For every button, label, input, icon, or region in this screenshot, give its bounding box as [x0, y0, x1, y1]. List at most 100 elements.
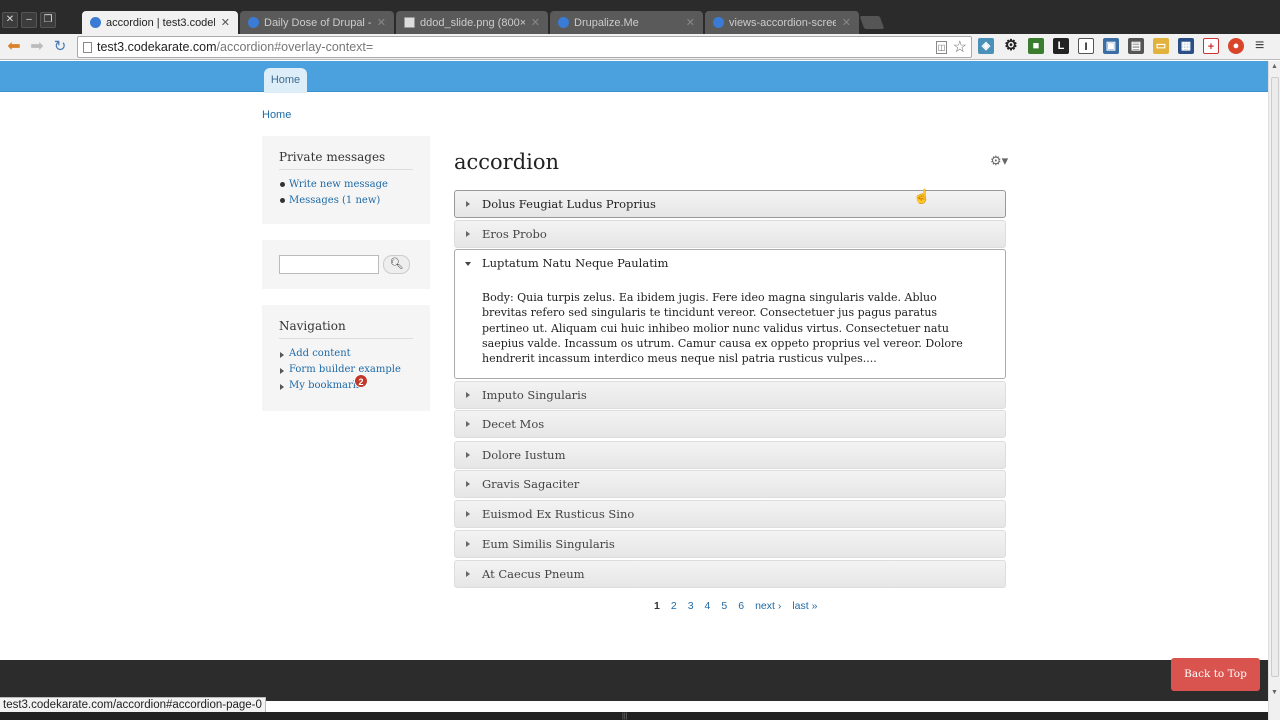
extension-circle-icon[interactable]: ● [1228, 38, 1244, 54]
pager-last-link[interactable]: last » [792, 600, 817, 612]
accordion-label: At Caecus Pneum [482, 567, 585, 581]
pager: 1 2 3 4 5 6 next › last » [654, 600, 828, 612]
extension-plus-icon[interactable]: + [1203, 38, 1219, 54]
messages-link[interactable]: Messages (1 new) [279, 195, 413, 211]
page-title: accordion [454, 150, 560, 174]
my-bookmarks-link[interactable]: My bookmarks [279, 380, 413, 396]
restore-window-icon[interactable]: ❐ [40, 12, 56, 28]
tab-title: ddod_slide.png (800×50 [420, 16, 525, 29]
accordion-label: Gravis Sagaciter [482, 477, 580, 491]
extension-folder-icon[interactable]: ▭ [1153, 38, 1169, 54]
accordion-label: Euismod Ex Rusticus Sino [482, 507, 635, 521]
browser-tab-accordion[interactable]: accordion | test3.codekarate ✕ [82, 11, 238, 34]
settings-gear-icon[interactable]: ⚙ [1003, 38, 1019, 54]
extension-l-icon[interactable]: L [1053, 38, 1069, 54]
address-bar[interactable]: test3.codekarate.com/accordion#overlay-c… [77, 36, 972, 58]
reload-icon[interactable]: ↻ [51, 38, 69, 56]
address-url: test3.codekarate.com/accordion#overlay-c… [97, 40, 373, 54]
page-icon [83, 42, 92, 53]
extension-grid-icon[interactable]: ▦ [1178, 38, 1194, 54]
tab-close-icon[interactable]: ✕ [531, 16, 540, 29]
tab-close-icon[interactable]: ✕ [686, 16, 695, 29]
site-header: Home [0, 61, 1268, 93]
tab-title: Drupalize.Me [574, 16, 639, 29]
scroll-down-arrow-icon[interactable]: ▼ [1271, 689, 1278, 696]
extension-i-icon[interactable]: I [1078, 38, 1094, 54]
contextual-gear-icon[interactable]: ⚙▾ [990, 153, 1008, 169]
accordion-header[interactable]: Dolore Iustum [454, 441, 1006, 469]
browser-tab-bar: ✕ – ❐ accordion | test3.codekarate ✕ Dai… [0, 0, 1280, 34]
add-content-link[interactable]: Add content [279, 348, 413, 364]
browser-toolbar: ⬅ ➡ ↻ test3.codekarate.com/accordion#ove… [0, 34, 1280, 60]
drupal-favicon-icon [90, 17, 101, 28]
extension-tag-icon[interactable]: ◈ [978, 38, 994, 54]
pager-page-link[interactable]: 5 [721, 600, 727, 612]
browser-tab-views-accordion[interactable]: views-accordion-screen ✕ [705, 11, 859, 34]
forward-arrow-icon[interactable]: ➡ [28, 38, 46, 56]
pager-page-link[interactable]: 6 [738, 600, 744, 612]
browser-tab-ddod-slide[interactable]: ddod_slide.png (800×50 ✕ [396, 11, 548, 34]
notification-badge[interactable]: 2 [354, 374, 368, 388]
pager-page-link[interactable]: 3 [688, 600, 694, 612]
expanded-arrow-icon [465, 262, 471, 266]
browser-tab-drupalize-me[interactable]: Drupalize.Me ✕ [550, 11, 703, 34]
accordion-header[interactable]: At Caecus Pneum [454, 560, 1006, 588]
tab-close-icon[interactable]: ✕ [221, 16, 230, 29]
extension-screenshot-icon[interactable]: ▣ [1103, 38, 1119, 54]
accordion-label: Luptatum Natu Neque Paulatim [482, 256, 669, 270]
page-action-icon[interactable]: ◫ [936, 41, 947, 54]
accordion-label: Imputo Singularis [482, 388, 587, 402]
minimize-window-icon[interactable]: – [21, 12, 37, 28]
drupal-favicon-icon [713, 17, 724, 28]
collapsed-arrow-icon [466, 481, 470, 487]
collapsed-arrow-icon [466, 421, 470, 427]
collapsed-arrow-icon [466, 392, 470, 398]
write-new-message-link[interactable]: Write new message [279, 179, 413, 195]
horizontal-scrollbar[interactable]: ||| [0, 712, 1268, 720]
navigation-block: Navigation Add content Form builder exam… [262, 305, 430, 411]
accordion-header[interactable]: Gravis Sagaciter [454, 470, 1006, 498]
nav-home-tab[interactable]: Home [264, 68, 307, 93]
new-tab-button[interactable] [859, 16, 885, 29]
extension-window-icon[interactable]: ▤ [1128, 38, 1144, 54]
search-input[interactable] [279, 255, 379, 274]
pager-page-link[interactable]: 2 [671, 600, 677, 612]
scrollbar-thumb[interactable] [1271, 77, 1279, 677]
private-messages-list: Write new message Messages (1 new) [279, 179, 413, 211]
accordion-label: Dolus Feugiat Ludus Proprius [482, 197, 656, 211]
form-builder-example-link[interactable]: Form builder example [279, 364, 413, 380]
drupal-favicon-icon [248, 17, 259, 28]
tab-close-icon[interactable]: ✕ [842, 16, 851, 29]
accordion-body: Body: Quia turpis zelus. Ea ibidem jugis… [482, 291, 963, 366]
hand-cursor-icon: ☝ [913, 188, 931, 204]
accordion-header[interactable]: Decet Mos [454, 410, 1006, 438]
accordion-header[interactable]: Eum Similis Singularis [454, 530, 1006, 558]
collapsed-arrow-icon [466, 571, 470, 577]
browser-menu-icon[interactable]: ≡ [1255, 37, 1264, 55]
bookmark-star-icon[interactable]: ☆ [953, 37, 967, 57]
accordion-panel-open[interactable]: Luptatum Natu Neque Paulatim Body: Quia … [454, 249, 1006, 379]
drupalize-favicon-icon [558, 17, 569, 28]
back-to-top-button[interactable]: Back to Top [1171, 658, 1260, 691]
collapsed-arrow-icon [466, 231, 470, 237]
status-bar-url: test3.codekarate.com/accordion#accordion… [0, 697, 266, 713]
accordion-header[interactable]: Imputo Singularis [454, 381, 1006, 409]
navigation-list: Add content Form builder example My book… [279, 348, 413, 396]
private-messages-title: Private messages [279, 150, 413, 170]
extension-box-icon[interactable]: ■ [1028, 38, 1044, 54]
pager-page-link[interactable]: 4 [705, 600, 711, 612]
browser-tab-daily-dose[interactable]: Daily Dose of Drupal - D ✕ [240, 11, 394, 34]
url-path: /accordion#overlay-context= [216, 40, 374, 54]
breadcrumb[interactable]: Home [262, 109, 291, 121]
back-arrow-icon[interactable]: ⬅ [5, 38, 23, 56]
window-controls: ✕ – ❐ [2, 12, 56, 28]
vertical-scrollbar[interactable]: ▲ ▼ [1268, 61, 1280, 720]
accordion-header[interactable]: Eros Probo [454, 220, 1006, 248]
close-window-icon[interactable]: ✕ [2, 12, 18, 28]
search-button[interactable]: 🔍︎ [383, 255, 410, 274]
scroll-grip-icon: ||| [622, 713, 628, 720]
tab-close-icon[interactable]: ✕ [377, 16, 386, 29]
scroll-up-arrow-icon[interactable]: ▲ [1271, 63, 1278, 70]
accordion-header[interactable]: Euismod Ex Rusticus Sino [454, 500, 1006, 528]
pager-next-link[interactable]: next › [755, 600, 781, 612]
